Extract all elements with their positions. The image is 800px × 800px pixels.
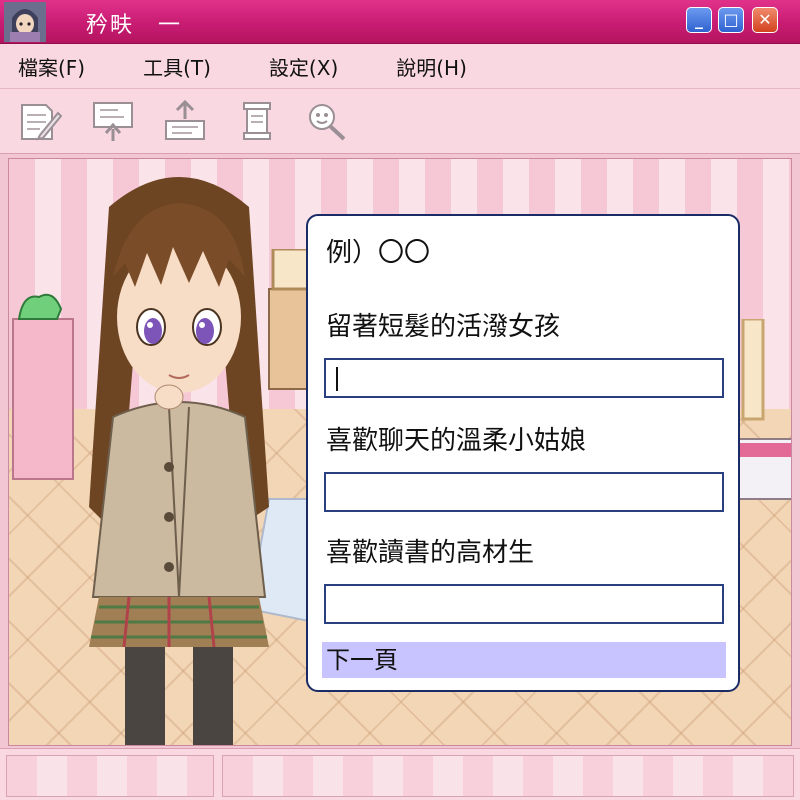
maximize-icon: □ (723, 10, 739, 29)
minimize-button[interactable]: _ (686, 7, 712, 33)
field-label-1: 留著短髮的活潑女孩 (326, 312, 561, 342)
status-pane-right (222, 755, 794, 797)
close-button[interactable]: ✕ (752, 7, 778, 33)
close-icon: ✕ (758, 10, 772, 29)
tool-send-button[interactable] (160, 97, 210, 145)
next-page-button[interactable]: 下一頁 (322, 642, 726, 678)
example-text: 例）〇〇 (326, 238, 431, 268)
bed-furniture (739, 319, 791, 500)
menu-file[interactable]: 檔案(F) (18, 52, 85, 81)
app-character-icon (4, 2, 46, 42)
field-label-3: 喜歡讀書的高材生 (326, 538, 535, 568)
anime-girl-character (89, 177, 269, 745)
name-input-1[interactable] (324, 358, 724, 398)
tool-board-button[interactable] (88, 97, 138, 145)
toolbar (0, 88, 800, 154)
status-pane-left (6, 755, 214, 797)
name-input-3[interactable] (324, 584, 724, 624)
tool-search-button[interactable] (302, 97, 352, 145)
edit-document-icon (21, 104, 62, 141)
menu-tools[interactable]: 工具(T) (143, 52, 211, 81)
name-entry-dialog: 例）〇〇 留著短髮的活潑女孩 喜歡聊天的溫柔小姑娘 喜歡讀書的高材生 下一頁 (306, 214, 740, 692)
menu-settings[interactable]: 設定(X) (269, 52, 338, 81)
tool-edit-button[interactable] (14, 97, 64, 145)
menu-help[interactable]: 說明(H) (396, 52, 467, 81)
lantern-scroll-icon (243, 102, 271, 140)
menu-bar: 檔案(F) 工具(T) 設定(X) 說明(H) (0, 44, 800, 88)
magnifier-character-icon (309, 104, 346, 141)
window-title: 矜畉 一 (86, 13, 183, 38)
tool-archive-button[interactable] (232, 97, 282, 145)
board-upload-icon (93, 102, 133, 141)
name-input-2[interactable] (324, 472, 724, 512)
field-label-2: 喜歡聊天的溫柔小姑娘 (326, 426, 587, 456)
minimize-icon: _ (695, 10, 703, 29)
status-bar (0, 748, 800, 800)
send-upload-icon (165, 99, 205, 140)
title-bar: 矜畉 一 _ □ ✕ (0, 0, 800, 44)
text-caret (336, 367, 338, 391)
maximize-button[interactable]: □ (718, 7, 744, 33)
